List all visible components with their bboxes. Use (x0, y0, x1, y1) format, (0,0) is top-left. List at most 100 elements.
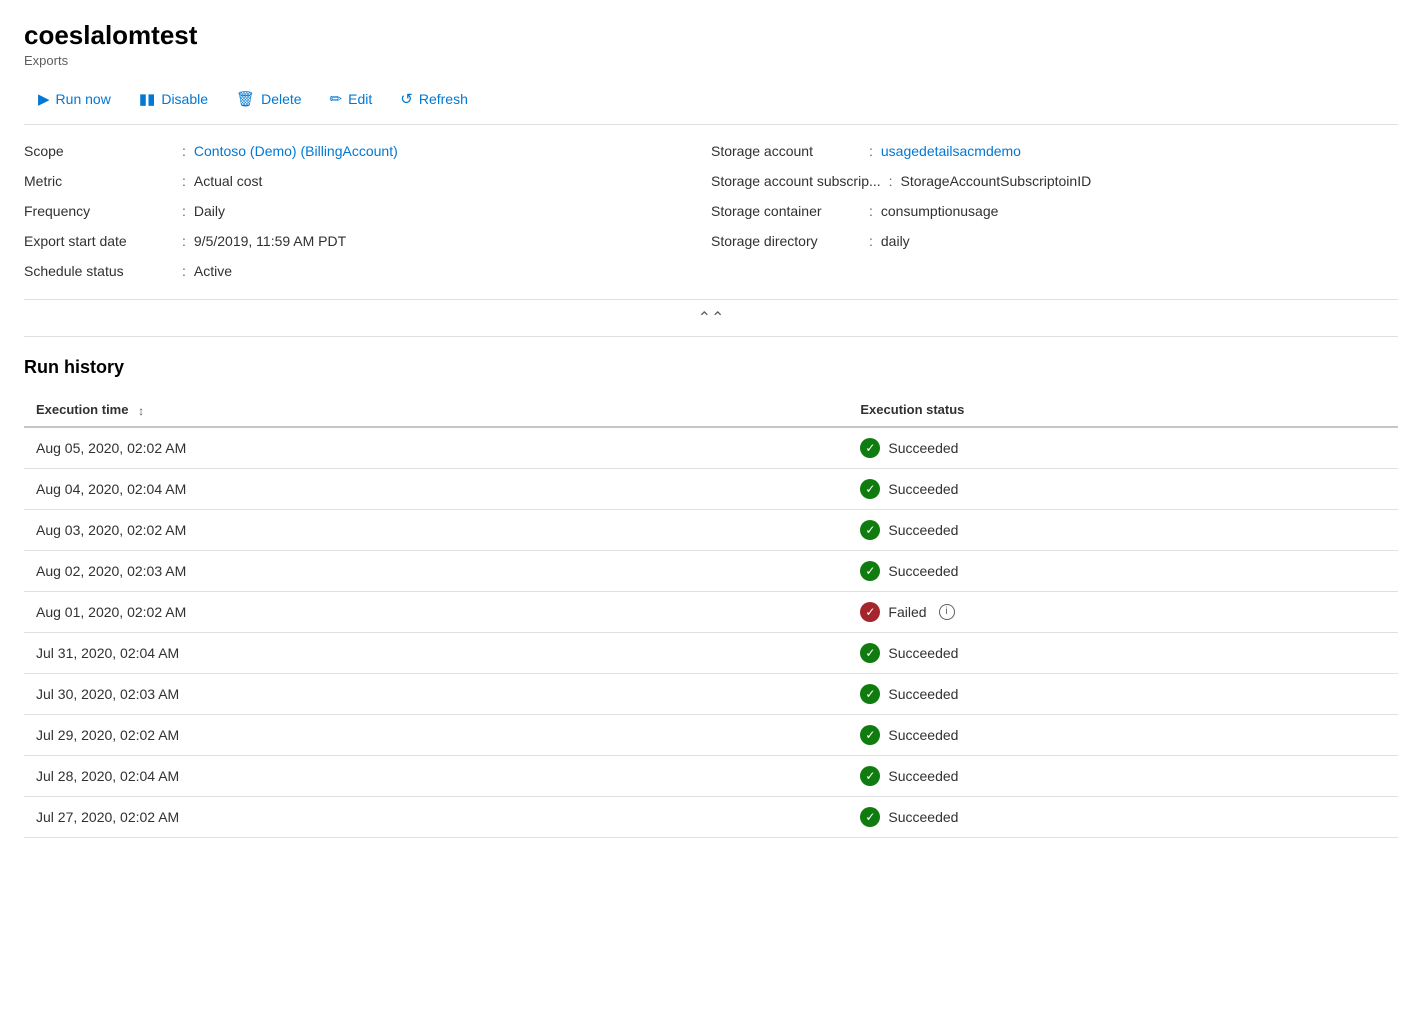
detail-separator: : (182, 173, 186, 189)
detail-row: Scope: Contoso (Demo) (BillingAccount) (24, 143, 711, 165)
table-header-row: Execution time ↕ Execution status (24, 394, 1398, 427)
detail-row: Storage account subscrip...: StorageAccou… (711, 173, 1398, 195)
success-icon: ✓ (860, 807, 880, 827)
execution-status-cell: ✓ Succeeded (848, 673, 1398, 714)
detail-value: Active (194, 263, 232, 279)
info-icon[interactable]: i (939, 604, 955, 620)
execution-time-cell: Aug 02, 2020, 02:03 AM (24, 550, 848, 591)
success-icon: ✓ (860, 561, 880, 581)
detail-label: Export start date (24, 233, 174, 249)
execution-status-cell: ✓ Succeeded (848, 755, 1398, 796)
details-left-column: Scope: Contoso (Demo) (BillingAccount) Met… (24, 143, 711, 285)
status-text: Succeeded (888, 563, 958, 579)
detail-value: 9/5/2019, 11:59 AM PDT (194, 233, 346, 249)
success-icon: ✓ (860, 438, 880, 458)
edit-button[interactable]: ✏ Edit (316, 84, 387, 114)
execution-status-cell: ✓Succeeded (848, 509, 1398, 550)
detail-value: daily (881, 233, 910, 249)
detail-value: consumptionusage (881, 203, 999, 219)
detail-label: Frequency (24, 203, 174, 219)
detail-separator: : (182, 203, 186, 219)
collapse-button[interactable]: ⌃⌃ (24, 300, 1398, 337)
detail-row: Storage directory: daily (711, 233, 1398, 255)
detail-value: Actual cost (194, 173, 262, 189)
execution-status-cell: ✓ Succeeded (848, 550, 1398, 591)
execution-time-cell: Jul 27, 2020, 02:02 AM (24, 796, 848, 837)
detail-label: Metric (24, 173, 174, 189)
execution-status-cell: ✓ Failedi (848, 591, 1398, 632)
execution-status-cell: ✓Succeeded (848, 714, 1398, 755)
status-text: Failed (888, 604, 926, 620)
status-text: Succeeded (888, 727, 958, 743)
detail-separator: : (869, 203, 873, 219)
run-now-button[interactable]: ▶ Run now (24, 84, 125, 114)
details-right-column: Storage account:usagedetailsacmdemoStora… (711, 143, 1398, 285)
toolbar: ▶ Run now ▮▮ Disable 🗑 Delete ✏ Edit ↺ R… (24, 84, 1398, 125)
detail-row: Storage container: consumptionusage (711, 203, 1398, 225)
execution-status-cell: ✓ Succeeded (848, 796, 1398, 837)
status-text: Succeeded (888, 686, 958, 702)
table-row: Aug 02, 2020, 02:03 AM ✓ Succeeded (24, 550, 1398, 591)
breadcrumb: Exports (24, 53, 1398, 68)
detail-value[interactable]: Contoso (Demo) (BillingAccount) (194, 143, 398, 159)
col-execution-time[interactable]: Execution time ↕ (24, 394, 848, 427)
detail-separator: : (869, 143, 873, 159)
refresh-button[interactable]: ↺ Refresh (386, 84, 482, 114)
disable-button[interactable]: ▮▮ Disable (125, 84, 222, 114)
execution-time-cell: Aug 01, 2020, 02:02 AM (24, 591, 848, 632)
detail-separator: : (889, 173, 893, 189)
detail-label: Scope (24, 143, 174, 159)
execution-time-cell: Jul 30, 2020, 02:03 AM (24, 673, 848, 714)
status-text: Succeeded (888, 809, 958, 825)
success-icon: ✓ (860, 479, 880, 499)
detail-label: Schedule status (24, 263, 174, 279)
disable-icon: ▮▮ (139, 90, 156, 108)
execution-status-cell: ✓ Succeeded (848, 632, 1398, 673)
execution-time-cell: Jul 31, 2020, 02:04 AM (24, 632, 848, 673)
table-row: Aug 04, 2020, 02:04 AM ✓ Succeeded (24, 468, 1398, 509)
success-icon: ✓ (860, 766, 880, 786)
execution-time-cell: Jul 28, 2020, 02:04 AM (24, 755, 848, 796)
table-row: Jul 27, 2020, 02:02 AM ✓ Succeeded (24, 796, 1398, 837)
edit-icon: ✏ (330, 90, 343, 108)
delete-icon: 🗑 (236, 90, 255, 108)
execution-status-cell: ✓ Succeeded (848, 468, 1398, 509)
execution-time-cell: Aug 05, 2020, 02:02 AM (24, 427, 848, 469)
table-row: Jul 31, 2020, 02:04 AM ✓ Succeeded (24, 632, 1398, 673)
status-text: Succeeded (888, 440, 958, 456)
detail-separator: : (182, 233, 186, 249)
delete-button[interactable]: 🗑 Delete (222, 84, 316, 114)
page-title: coeslalomtest (24, 20, 1398, 51)
success-icon: ✓ (860, 684, 880, 704)
table-row: Jul 29, 2020, 02:02 AM✓Succeeded (24, 714, 1398, 755)
status-text: Succeeded (888, 768, 958, 784)
table-row: Jul 28, 2020, 02:04 AM ✓ Succeeded (24, 755, 1398, 796)
detail-separator: : (182, 263, 186, 279)
detail-label: Storage account subscrip... (711, 173, 881, 189)
execution-status-cell: ✓ Succeeded (848, 427, 1398, 469)
execution-time-cell: Jul 29, 2020, 02:02 AM (24, 714, 848, 755)
table-row: Jul 30, 2020, 02:03 AM ✓ Succeeded (24, 673, 1398, 714)
detail-separator: : (869, 233, 873, 249)
detail-value: StorageAccountSubscriptoinID (901, 173, 1092, 189)
status-text: Succeeded (888, 522, 958, 538)
detail-row: Export start date:9/5/2019, 11:59 AM PDT (24, 233, 711, 255)
detail-label: Storage account (711, 143, 861, 159)
detail-label: Storage directory (711, 233, 861, 249)
sort-icon: ↕ (138, 404, 144, 418)
status-text: Succeeded (888, 645, 958, 661)
chevron-up-icon: ⌃⌃ (698, 308, 725, 328)
success-icon: ✓ (860, 643, 880, 663)
run-history-table: Execution time ↕ Execution status Aug 05… (24, 394, 1398, 838)
refresh-icon: ↺ (400, 90, 413, 108)
run-now-icon: ▶ (38, 90, 50, 108)
failed-icon: ✓ (860, 602, 880, 622)
detail-row: Metric: Actual cost (24, 173, 711, 195)
col-execution-status: Execution status (848, 394, 1398, 427)
execution-time-cell: Aug 04, 2020, 02:04 AM (24, 468, 848, 509)
details-section: Scope: Contoso (Demo) (BillingAccount) Met… (24, 143, 1398, 300)
detail-value[interactable]: usagedetailsacmdemo (881, 143, 1021, 159)
detail-separator: : (182, 143, 186, 159)
detail-label: Storage container (711, 203, 861, 219)
status-text: Succeeded (888, 481, 958, 497)
